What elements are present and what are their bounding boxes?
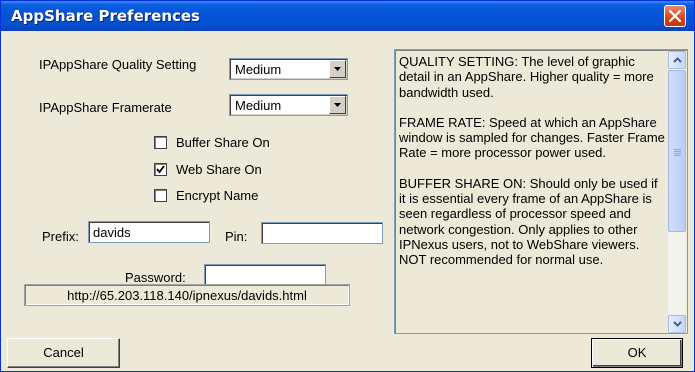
chevron-down-icon	[673, 321, 682, 327]
help-paragraph-framerate: FRAME RATE: Speed at which an AppShare w…	[399, 114, 665, 161]
framerate-select[interactable]: Medium	[229, 94, 348, 116]
chevron-up-icon	[673, 57, 682, 63]
chevron-down-icon	[334, 67, 341, 71]
quality-setting-label: IPAppShare Quality Setting	[39, 57, 197, 72]
help-paragraph-buffer-share: BUFFER SHARE ON: Should only be used if …	[399, 175, 658, 268]
grip-icon	[674, 149, 681, 157]
quality-setting-select[interactable]: Medium	[229, 58, 348, 80]
prefix-label: Prefix:	[42, 229, 79, 244]
close-button[interactable]	[664, 5, 686, 27]
checkmark-icon	[156, 165, 165, 174]
title-bar[interactable]: AppShare Preferences	[1, 1, 694, 31]
buffer-share-label: Buffer Share On	[176, 135, 270, 150]
password-label: Password:	[125, 270, 186, 285]
preferences-dialog: AppShare Preferences IPAppShare Quality …	[0, 0, 695, 372]
share-url-box: http://65.203.118.140/ipnexus/davids.htm…	[24, 284, 350, 306]
dialog-body: IPAppShare Quality Setting Medium IPAppS…	[1, 31, 694, 371]
password-field[interactable]	[204, 264, 326, 286]
web-share-label: Web Share On	[176, 162, 262, 177]
web-share-checkbox[interactable]	[154, 163, 167, 176]
quality-setting-value: Medium	[235, 62, 282, 77]
framerate-value: Medium	[235, 98, 282, 113]
cancel-button[interactable]: Cancel	[7, 338, 120, 368]
prefix-field[interactable]	[88, 221, 210, 243]
pin-field[interactable]	[261, 222, 383, 244]
prefix-input[interactable]	[89, 222, 209, 242]
buffer-share-checkbox[interactable]	[154, 136, 167, 149]
scroll-up-button[interactable]	[668, 51, 686, 69]
ok-button[interactable]: OK	[591, 338, 683, 368]
chevron-down-icon	[334, 103, 341, 107]
encrypt-name-checkbox[interactable]	[154, 189, 167, 202]
window-title: AppShare Preferences	[11, 7, 200, 25]
password-input[interactable]	[205, 265, 325, 285]
scroll-thumb[interactable]	[668, 70, 686, 232]
help-paragraph-quality: QUALITY SETTING: The level of graphic de…	[399, 54, 654, 100]
help-text: QUALITY SETTING: The level of graphic de…	[399, 54, 667, 331]
pin-label: Pin:	[225, 229, 248, 244]
encrypt-name-label: Encrypt Name	[176, 188, 259, 203]
framerate-label: IPAppShare Framerate	[39, 100, 172, 115]
help-scrollbar[interactable]	[668, 51, 686, 333]
share-url-text: http://65.203.118.140/ipnexus/davids.htm…	[67, 288, 307, 303]
close-icon	[669, 10, 681, 22]
framerate-dropdown-button[interactable]	[329, 96, 346, 114]
scroll-down-button[interactable]	[668, 315, 686, 333]
help-panel: QUALITY SETTING: The level of graphic de…	[394, 49, 688, 334]
quality-dropdown-button[interactable]	[329, 60, 346, 78]
pin-input[interactable]	[262, 223, 382, 243]
